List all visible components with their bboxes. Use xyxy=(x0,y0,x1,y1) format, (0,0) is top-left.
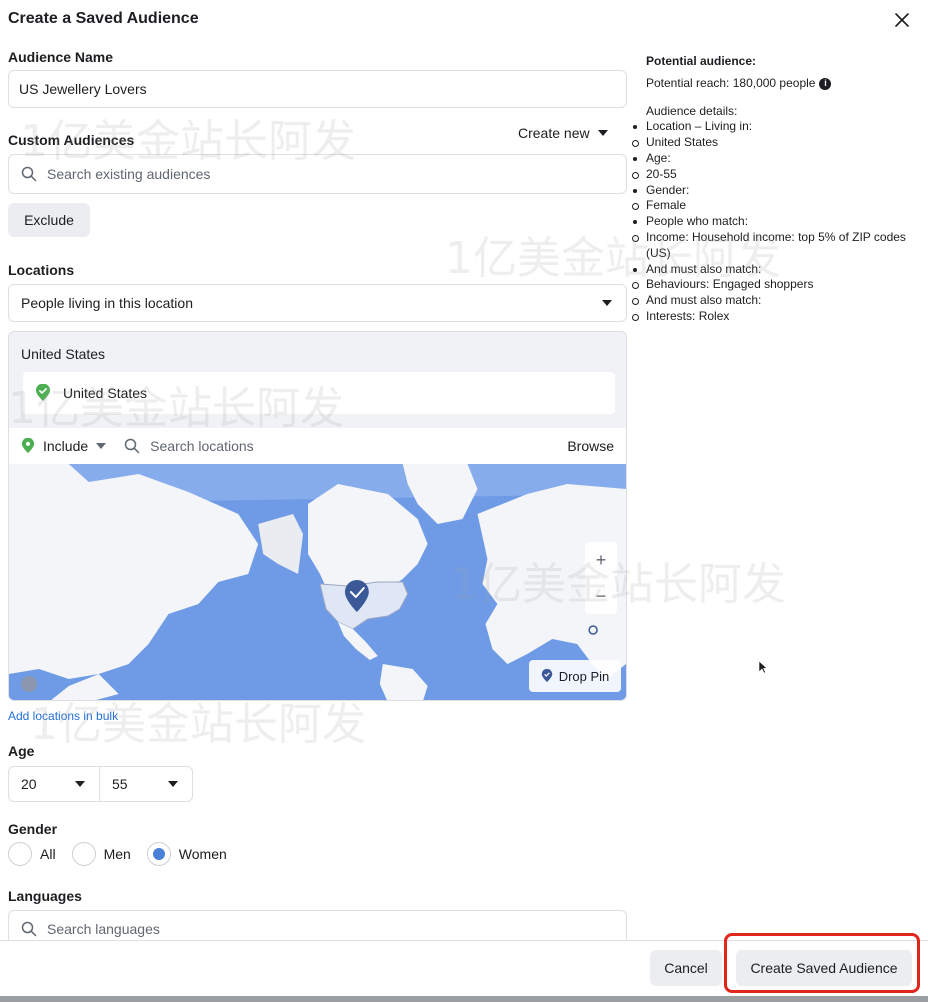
custom-audiences-label: Custom Audiences xyxy=(8,132,135,148)
location-group-title: United States xyxy=(21,346,106,362)
location-pin-check-icon xyxy=(36,384,50,401)
summary-item: Age: xyxy=(632,151,922,167)
location-search xyxy=(124,438,568,454)
age-max-value: 55 xyxy=(112,776,128,792)
location-mode-dropdown[interactable]: People living in this location xyxy=(8,284,627,322)
custom-audience-search-wrap xyxy=(8,154,627,194)
summary-item: Behaviours: Engaged shoppers xyxy=(632,277,922,293)
audience-name-field-wrap xyxy=(8,70,627,108)
summary-reach-text: Potential reach: 180,000 people xyxy=(646,75,816,90)
dialog-title: Create a Saved Audience xyxy=(8,10,199,27)
location-pin-icon xyxy=(21,438,35,453)
audience-name-input[interactable] xyxy=(19,81,626,97)
locations-label: Locations xyxy=(8,262,75,278)
gender-radio-all[interactable]: All xyxy=(8,842,56,866)
exclude-button[interactable]: Exclude xyxy=(8,203,90,237)
create-new-label: Create new xyxy=(518,125,590,141)
summary-item: United States xyxy=(632,135,922,151)
caret-down-icon xyxy=(96,443,107,449)
close-icon[interactable] xyxy=(890,8,914,32)
location-mode-selected: People living in this location xyxy=(21,295,193,311)
summary-item: Interests: Rolex xyxy=(632,309,922,325)
location-search-bar: Include Browse xyxy=(9,428,626,464)
summary-reach: Potential reach: 180,000 people i xyxy=(646,76,922,92)
map-zoom-controls: + − xyxy=(585,542,617,614)
window-bottom-bar xyxy=(0,996,928,1002)
include-dropdown[interactable]: Include xyxy=(21,438,107,454)
languages-search-input[interactable] xyxy=(47,920,626,937)
age-label: Age xyxy=(8,743,35,759)
zoom-out-icon[interactable]: − xyxy=(596,586,607,607)
gender-option-label: All xyxy=(40,846,56,862)
gender-radio-men[interactable]: Men xyxy=(71,842,131,866)
age-min-value: 20 xyxy=(21,776,37,792)
summary-item: People who match: xyxy=(632,214,922,230)
pin-icon xyxy=(541,669,552,682)
summary-title: Potential audience: xyxy=(646,54,757,68)
radio-circle-selected xyxy=(146,842,171,866)
gender-label: Gender xyxy=(8,821,58,837)
mouse-cursor-icon xyxy=(758,660,768,674)
gender-radio-group: All Men Women xyxy=(8,842,237,866)
zoom-in-icon[interactable]: + xyxy=(596,550,607,571)
summary-item: Location – Living in: xyxy=(632,119,922,135)
location-panel: United States United States Include Brow… xyxy=(8,331,627,701)
location-search-input[interactable] xyxy=(150,438,568,454)
age-min-select[interactable]: 20 xyxy=(8,766,100,802)
summary-details-title: Audience details: xyxy=(646,103,738,118)
location-chip-label: United States xyxy=(63,385,148,401)
gender-radio-women[interactable]: Women xyxy=(146,842,227,866)
add-locations-bulk-link[interactable]: Add locations in bulk xyxy=(8,709,118,723)
create-new-dropdown[interactable]: Create new xyxy=(518,125,608,141)
caret-down-icon xyxy=(168,781,178,787)
location-chip[interactable]: United States xyxy=(23,372,615,414)
search-icon xyxy=(21,166,37,182)
summary-item: Income: Household income: top 5% of ZIP … xyxy=(632,230,922,262)
browse-button[interactable]: Browse xyxy=(567,438,614,454)
search-icon xyxy=(21,921,37,936)
summary-item: Gender: xyxy=(632,183,922,199)
custom-audience-search-input[interactable] xyxy=(47,166,626,182)
audience-name-label: Audience Name xyxy=(8,49,114,65)
gender-option-label: Men xyxy=(103,846,131,862)
audience-summary: Potential audience: Potential reach: 180… xyxy=(632,54,922,325)
map-info-icon[interactable] xyxy=(21,676,37,692)
radio-circle xyxy=(8,842,32,866)
caret-down-icon xyxy=(597,130,608,136)
summary-item: Female xyxy=(632,198,922,214)
cancel-button[interactable]: Cancel xyxy=(650,950,722,986)
info-icon[interactable]: i xyxy=(819,77,832,90)
summary-item: And must also match: xyxy=(632,293,922,309)
age-max-select[interactable]: 55 xyxy=(100,766,193,802)
drop-pin-label: Drop Pin xyxy=(558,668,610,684)
languages-label: Languages xyxy=(8,888,82,904)
drop-pin-button[interactable]: Drop Pin xyxy=(529,660,621,692)
caret-down-icon xyxy=(602,300,612,306)
gender-option-label: Women xyxy=(178,846,227,862)
summary-item: 20-55 xyxy=(632,167,922,183)
summary-item: And must also match: xyxy=(632,262,922,278)
caret-down-icon xyxy=(75,781,85,787)
include-label: Include xyxy=(43,438,89,454)
create-saved-audience-button[interactable]: Create Saved Audience xyxy=(736,950,912,986)
radio-circle xyxy=(71,842,96,866)
search-icon xyxy=(124,438,140,454)
summary-details-list: Location – Living in: United States Age:… xyxy=(632,119,922,324)
